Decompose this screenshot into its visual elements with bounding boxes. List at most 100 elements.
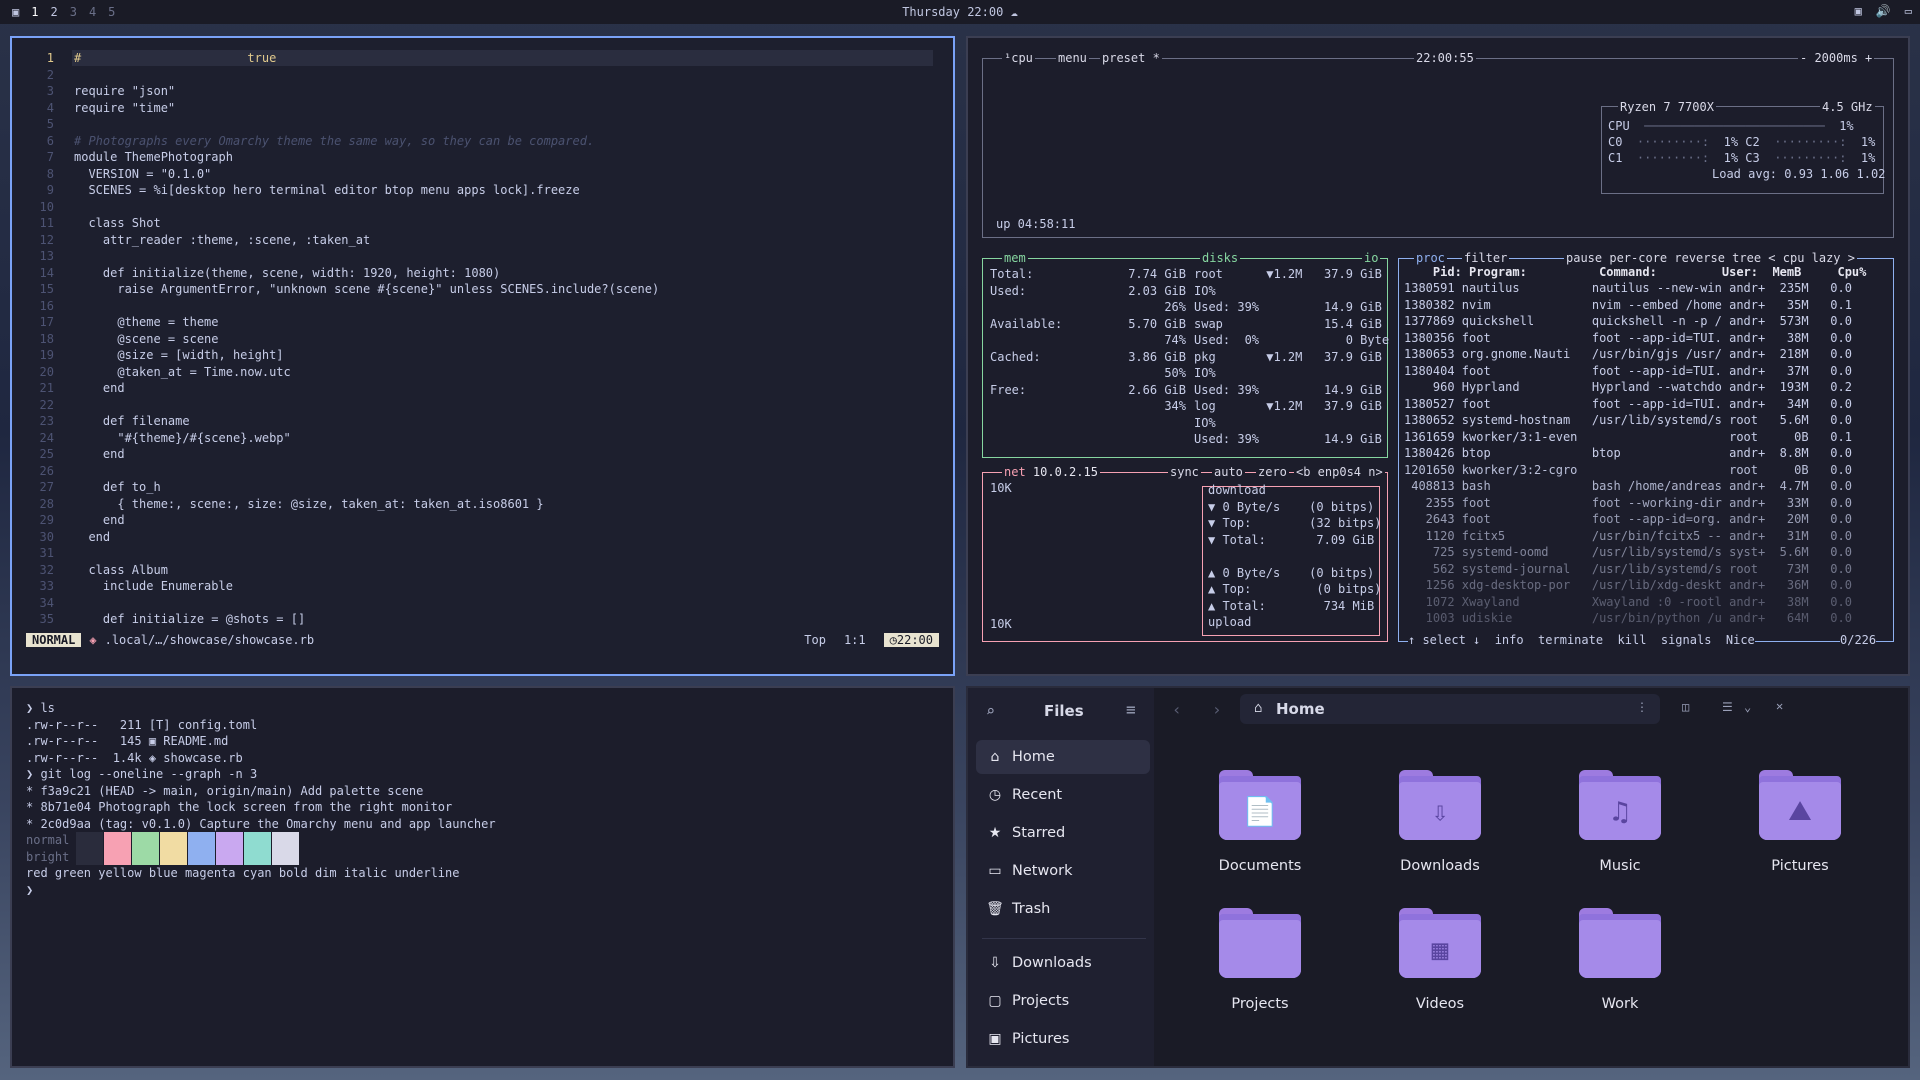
interval-control[interactable]: - 2000ms + [1798, 51, 1875, 65]
code-line[interactable]: end [74, 512, 125, 529]
back-arrow-icon[interactable]: ‹ [1172, 700, 1182, 719]
screen-record-icon[interactable]: ▣ [1855, 4, 1862, 18]
sidebar-item-projects[interactable]: ▢ Projects [976, 984, 1150, 1018]
code-line[interactable]: end [74, 446, 125, 463]
palette-swatch [76, 832, 103, 849]
menu-button[interactable]: menu [1056, 51, 1089, 65]
display-icon[interactable]: ▭ [1905, 4, 1912, 18]
location-menu-icon[interactable]: ⋮ [1636, 700, 1648, 714]
sidebar-item-trash[interactable]: 🗑 Trash [976, 892, 1150, 926]
forward-arrow-icon[interactable]: › [1212, 700, 1222, 719]
proc-row[interactable]: 1201650 kworker/3:2-cgro root 0B 0.0 [1404, 462, 1852, 479]
code-line[interactable]: @taken_at = Time.now.utc [74, 364, 290, 381]
proc-row[interactable]: 2355 foot foot --working-dir andr+ 33M 0… [1404, 495, 1852, 512]
net-sync[interactable]: sync [1168, 465, 1201, 479]
folder-videos[interactable]: ▦ Videos [1358, 908, 1508, 1028]
sidebar-item-home[interactable]: ⌂ Home [976, 740, 1150, 774]
cpu-box-title[interactable]: ¹cpu [1002, 51, 1035, 65]
folder-work[interactable]: Work [1538, 908, 1688, 1028]
code-line[interactable]: include Enumerable [74, 578, 233, 595]
folder-documents[interactable]: 📄 Documents [1178, 770, 1328, 890]
code-line[interactable]: require "json" [74, 83, 175, 100]
code-line[interactable]: "#{theme}/#{scene}.webp" [74, 430, 290, 447]
proc-filter[interactable]: filter [1462, 251, 1510, 265]
palette-swatch [104, 848, 131, 865]
clock[interactable]: Thursday 22:00 ☁ [0, 5, 1920, 19]
hamburger-menu-icon[interactable]: ≡ [1126, 700, 1136, 719]
files-window[interactable]: ⌕ Files ≡ ⌂ Home ◷ Recent ★ Starred ▭ Network 🗑 T… [966, 686, 1910, 1068]
line-number: 3 [46, 84, 54, 98]
sidebar-item-downloads[interactable]: ⇩ Downloads [976, 946, 1150, 980]
code-line[interactable]: def filename [74, 413, 190, 430]
code-line[interactable]: attr_reader :theme, :scene, :taken_at [74, 232, 370, 249]
proc-row[interactable]: 408813 bash bash /home/andreas andr+ 4.7… [1404, 478, 1852, 495]
sidebar-item-network[interactable]: ▭ Network [976, 854, 1150, 888]
code-line[interactable]: # Photographs every Omarchy theme the sa… [74, 133, 594, 150]
proc-row[interactable]: 1380653 org.gnome.Nauti /usr/bin/gjs /us… [1404, 346, 1852, 363]
code-line[interactable]: # true [74, 50, 276, 67]
proc-row[interactable]: 960 Hyprland Hyprland --watchdo andr+ 19… [1404, 379, 1852, 396]
proc-options[interactable]: pause per-core reverse tree < cpu lazy > [1564, 251, 1857, 265]
proc-row[interactable]: 2643 foot foot --app-id=org. andr+ 20M 0… [1404, 511, 1852, 528]
code-line[interactable]: raise ArgumentError, "unknown scene #{sc… [74, 281, 659, 298]
code-line[interactable]: end [74, 380, 125, 397]
preset-button[interactable]: preset * [1100, 51, 1162, 65]
proc-row[interactable]: 725 systemd-oomd /usr/lib/systemd/s syst… [1404, 544, 1852, 561]
net-zero[interactable]: zero [1256, 465, 1289, 479]
proc-row[interactable]: 1361659 kworker/3:1-even root 0B 0.1 [1404, 429, 1852, 446]
mem-title[interactable]: mem [1002, 251, 1028, 265]
proc-title[interactable]: proc [1414, 251, 1447, 265]
sidebar-item-pictures[interactable]: ▣ Pictures [976, 1022, 1150, 1056]
btop-window[interactable]: ¹cpu menu preset * 22:00:55 - 2000ms + R… [966, 36, 1910, 676]
proc-row[interactable]: 1072 Xwayland Xwayland :0 -rootl andr+ 3… [1404, 594, 1852, 611]
sidebar-item-recent[interactable]: ◷ Recent [976, 778, 1150, 812]
folder-projects[interactable]: Projects [1178, 908, 1328, 1028]
sidebar-item-starred[interactable]: ★ Starred [976, 816, 1150, 850]
code-line[interactable]: @size = [width, height] [74, 347, 283, 364]
code-line[interactable]: def initialize(theme, scene, width: 1920… [74, 265, 500, 282]
code-line[interactable]: class Shot [74, 215, 160, 232]
code-line[interactable]: require "time" [74, 100, 175, 117]
code-line[interactable]: { theme:, scene:, size: @size, taken_at:… [74, 496, 543, 513]
io-toggle[interactable]: io [1362, 251, 1381, 265]
proc-row[interactable]: 1380404 foot foot --app-id=TUI. andr+ 37… [1404, 363, 1852, 380]
proc-row[interactable]: 1120 fcitx5 /usr/bin/fcitx5 -- andr+ 31M… [1404, 528, 1852, 545]
code-line[interactable]: VERSION = "0.1.0" [74, 166, 211, 183]
proc-row[interactable]: 1380356 foot foot --app-id=TUI. andr+ 38… [1404, 330, 1852, 347]
proc-footer[interactable]: ↑ select ↓ info terminate kill signals N… [1408, 632, 1755, 649]
net-auto[interactable]: auto [1212, 465, 1245, 479]
code-line[interactable]: SCENES = %i[desktop hero terminal editor… [74, 182, 579, 199]
proc-row[interactable]: 1380426 btop btop andr+ 8.8M 0.0 [1404, 445, 1852, 462]
folder-music[interactable]: ♫ Music [1538, 770, 1688, 890]
close-icon[interactable]: ✕ [1776, 699, 1783, 713]
proc-row[interactable]: 1377869 quickshell quickshell -n -p / an… [1404, 313, 1852, 330]
proc-row[interactable]: 1256 xdg-desktop-por /usr/lib/xdg-deskt … [1404, 577, 1852, 594]
volume-icon[interactable]: 🔊 [1876, 4, 1891, 18]
list-view-icon[interactable]: ☰ [1722, 700, 1733, 714]
camera-icon[interactable]: ◫ [1682, 700, 1689, 714]
proc-row[interactable]: 562 systemd-journal /usr/lib/systemd/s r… [1404, 561, 1852, 578]
net-interface[interactable]: <b enp0s4 n> [1294, 465, 1385, 479]
code-line[interactable]: class Album [74, 562, 167, 579]
disks-title[interactable]: disks [1200, 251, 1241, 265]
search-icon[interactable]: ⌕ [986, 702, 995, 720]
status-time-text: 22:00 [896, 633, 933, 647]
chevron-down-icon[interactable]: ⌄ [1744, 700, 1751, 714]
code-line[interactable]: def initialize = @shots = [] [74, 611, 305, 628]
proc-row[interactable]: 1380382 nvim nvim --embed /home andr+ 35… [1404, 297, 1852, 314]
code-line[interactable]: def to_h [74, 479, 161, 496]
proc-row[interactable]: 1380527 foot foot --app-id=TUI. andr+ 34… [1404, 396, 1852, 413]
neovim-window[interactable]: 1 # true 2 3 require "json" 4 require "time" 5 6… [10, 36, 955, 676]
code-line[interactable]: @theme = theme [74, 314, 218, 331]
clock-text[interactable]: Thursday 22:00 [902, 5, 1003, 19]
proc-row[interactable]: 1380652 systemd-hostnam /usr/lib/systemd… [1404, 412, 1852, 429]
code-line[interactable]: end [74, 529, 110, 546]
proc-row[interactable]: 1380591 nautilus nautilus --new-win andr… [1404, 280, 1852, 297]
terminal-window[interactable]: ❯ ls .rw-r--r-- 211 [T] config.toml .rw-r-… [10, 686, 955, 1068]
folder-downloads[interactable]: ⇩ Downloads [1358, 770, 1508, 890]
folder-pictures[interactable]: ⛰ Pictures [1718, 770, 1868, 890]
proc-row[interactable]: 1003 udiskie /usr/bin/python /u andr+ 64… [1404, 610, 1852, 627]
code-line[interactable]: @scene = scene [74, 331, 218, 348]
code-line[interactable]: module ThemePhotograph [74, 149, 233, 166]
net-title[interactable]: net 10.0.2.15 [1002, 465, 1100, 479]
